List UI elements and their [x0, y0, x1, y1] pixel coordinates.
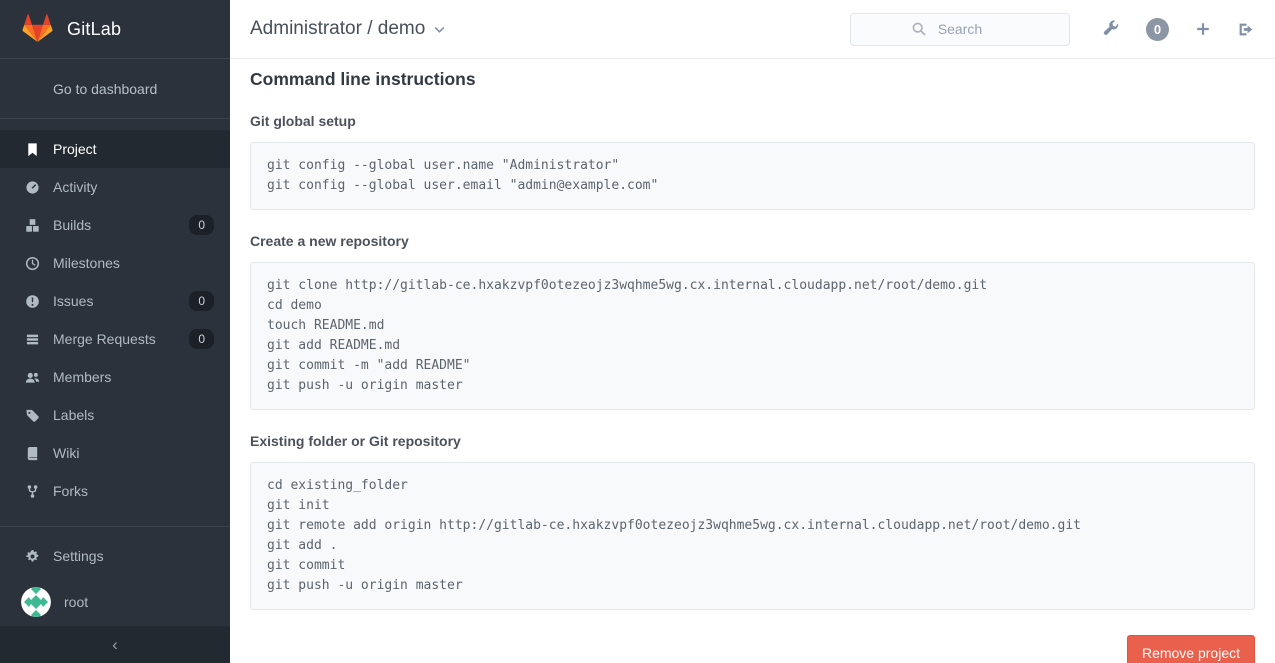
exclamation-circle-icon [24, 293, 40, 309]
sidebar: GitLab Go to dashboard Project Activity [0, 0, 230, 663]
book-icon [24, 445, 40, 461]
sidebar-item-label: Milestones [53, 255, 214, 271]
new-project-plus-icon[interactable] [1195, 21, 1211, 37]
code-fork-icon [24, 483, 40, 499]
sidebar-item-label: Merge Requests [53, 331, 189, 347]
sidebar-item-user-profile[interactable]: root [0, 579, 230, 625]
merge-requests-count-badge: 0 [189, 329, 214, 349]
gitlab-logo-text: GitLab [67, 19, 121, 40]
sidebar-item-label: Activity [53, 179, 214, 195]
users-icon [24, 369, 40, 385]
builds-count-badge: 0 [189, 215, 214, 235]
page-title: Command line instructions [250, 69, 1255, 90]
gitlab-logo-link[interactable]: GitLab [0, 0, 230, 59]
dashboard-row: Go to dashboard [0, 59, 230, 119]
project-title-dropdown[interactable]: Administrator / demo [250, 18, 445, 40]
tasks-icon [24, 331, 40, 347]
todos-count-badge[interactable]: 0 [1146, 18, 1169, 41]
cubes-icon [24, 217, 40, 233]
code-block-git-global-setup: git config --global user.name "Administr… [250, 142, 1255, 210]
sidebar-item-labels[interactable]: Labels [0, 396, 230, 434]
gitlab-tanuki-icon [21, 11, 67, 48]
header-right: 0 [850, 13, 1255, 46]
sidebar-item-label: Builds [53, 217, 189, 233]
clock-icon [24, 255, 40, 271]
sidebar-item-builds[interactable]: Builds 0 [0, 206, 230, 244]
section-heading-create-new-repository: Create a new repository [250, 233, 1255, 249]
section-heading-git-global-setup: Git global setup [250, 113, 1255, 129]
code-block-create-new-repository: git clone http://gitlab-ce.hxakzvpf0otez… [250, 262, 1255, 410]
app-window: GitLab Go to dashboard Project Activity [0, 0, 1275, 663]
search-box [850, 13, 1070, 46]
sidebar-item-merge-requests[interactable]: Merge Requests 0 [0, 320, 230, 358]
tachometer-icon [24, 179, 40, 195]
header-icons: 0 [1102, 18, 1255, 41]
main-column: Administrator / demo 0 [230, 0, 1275, 663]
chevron-left-icon: ‹ [112, 636, 118, 653]
sidebar-item-wiki[interactable]: Wiki [0, 434, 230, 472]
remove-project-button[interactable]: Remove project [1127, 635, 1255, 663]
issues-count-badge: 0 [189, 291, 214, 311]
sign-out-icon[interactable] [1237, 21, 1255, 38]
sidebar-item-members[interactable]: Members [0, 358, 230, 396]
sidebar-item-forks[interactable]: Forks [0, 472, 230, 510]
settings-section: Settings [0, 526, 230, 575]
search-input[interactable] [850, 13, 1070, 46]
page-content: Command line instructions Git global set… [230, 59, 1275, 663]
go-to-dashboard-link[interactable]: Go to dashboard [53, 81, 157, 97]
admin-wrench-icon[interactable] [1102, 20, 1120, 38]
sidebar-collapse-toggle[interactable]: ‹ [0, 626, 230, 663]
sidebar-item-settings[interactable]: Settings [0, 537, 230, 575]
code-block-existing-folder: cd existing_folder git init git remote a… [250, 462, 1255, 610]
user-avatar [21, 587, 51, 617]
project-breadcrumb: Administrator / demo [250, 18, 425, 40]
top-header: Administrator / demo 0 [230, 0, 1275, 59]
sidebar-item-label: Project [53, 141, 214, 157]
sidebar-item-label: Settings [53, 548, 214, 564]
sidebar-item-activity[interactable]: Activity [0, 168, 230, 206]
sidebar-item-label: Members [53, 369, 214, 385]
sidebar-item-milestones[interactable]: Milestones [0, 244, 230, 282]
sidebar-item-project[interactable]: Project [0, 130, 230, 168]
sidebar-item-label: Issues [53, 293, 189, 309]
sidebar-item-label: Wiki [53, 445, 214, 461]
sidebar-nav: Project Activity Builds 0 Milestones [0, 130, 230, 625]
tag-icon [24, 407, 40, 423]
sidebar-item-label: Forks [53, 483, 214, 499]
section-heading-existing-folder: Existing folder or Git repository [250, 433, 1255, 449]
user-name-label: root [64, 594, 88, 610]
bookmark-icon [24, 141, 40, 157]
gears-icon [24, 548, 40, 564]
page-actions: Remove project [250, 635, 1255, 663]
sidebar-item-issues[interactable]: Issues 0 [0, 282, 230, 320]
chevron-down-icon [434, 18, 445, 40]
sidebar-item-label: Labels [53, 407, 214, 423]
